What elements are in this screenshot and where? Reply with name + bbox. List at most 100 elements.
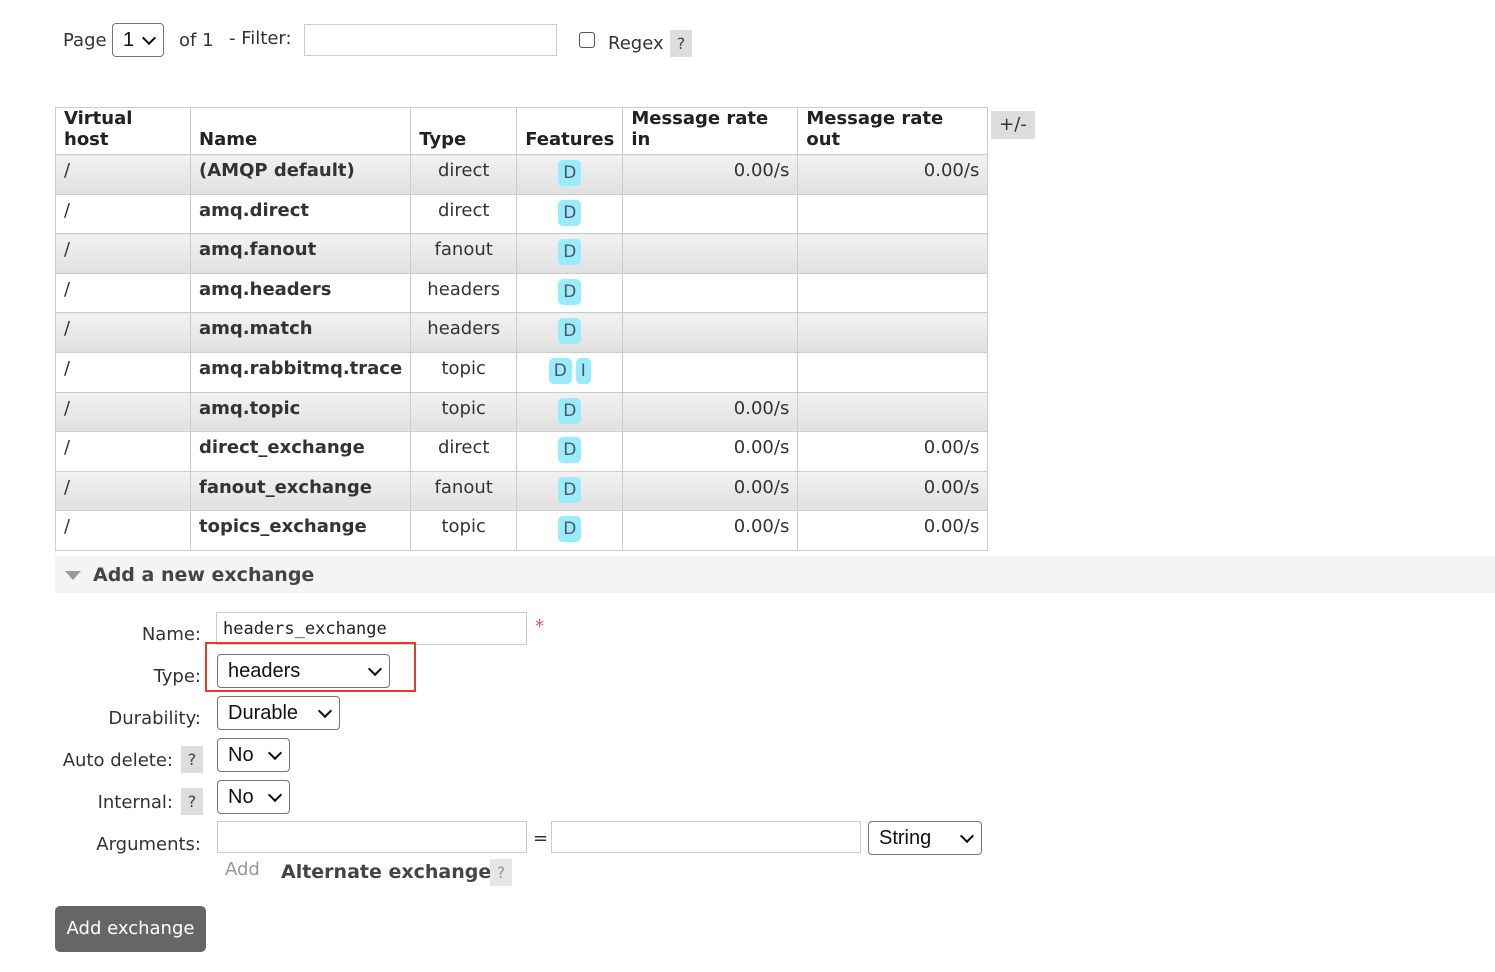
- table-row: / amq.headers headers D: [55, 273, 989, 314]
- durability-label: Durability:: [108, 708, 201, 729]
- cell-name-link[interactable]: (AMQP default): [189, 154, 412, 195]
- table-header-row: Virtual host Name Type Features Message …: [55, 107, 989, 155]
- internal-select[interactable]: No: [217, 780, 290, 814]
- column-header-type[interactable]: Type: [410, 107, 518, 155]
- auto-delete-select-value: No: [228, 743, 254, 766]
- toggle-columns-button[interactable]: +/-: [991, 111, 1035, 139]
- cell-type: headers: [410, 312, 518, 353]
- cell-rate-out: [797, 352, 989, 393]
- filter-input[interactable]: [304, 24, 557, 56]
- feature-badge: D: [558, 199, 582, 226]
- column-header-message-rate-out[interactable]: Message rate out: [797, 107, 989, 155]
- feature-badge: D: [558, 239, 582, 266]
- table-row: / direct_exchange direct D 0.00/s 0.00/s: [55, 431, 989, 472]
- required-asterisk: *: [535, 616, 544, 637]
- cell-rate-out: [797, 194, 989, 235]
- regex-label: Regex: [608, 33, 664, 54]
- cell-features: D: [516, 392, 624, 433]
- add-exchange-button[interactable]: Add exchange: [55, 906, 206, 952]
- feature-badge: D: [558, 318, 582, 345]
- cell-rate-in: 0.00/s: [622, 471, 799, 512]
- cell-features: D: [516, 312, 624, 353]
- cell-name-link[interactable]: topics_exchange: [189, 510, 412, 551]
- cell-rate-out: 0.00/s: [797, 431, 989, 472]
- table-row: / fanout_exchange fanout D 0.00/s 0.00/s: [55, 471, 989, 512]
- column-header-features: Features: [516, 107, 624, 155]
- argument-value-input[interactable]: [551, 821, 861, 853]
- internal-help-button[interactable]: ?: [181, 788, 203, 815]
- cell-name-link[interactable]: amq.match: [189, 312, 412, 353]
- column-header-virtual-host[interactable]: Virtual host: [55, 107, 191, 155]
- feature-badge: D: [548, 357, 572, 384]
- cell-name-link[interactable]: direct_exchange: [189, 431, 412, 472]
- feature-badge: D: [558, 437, 582, 464]
- internal-label: Internal:: [97, 792, 173, 813]
- cell-rate-in: [622, 352, 799, 393]
- cell-virtual-host: /: [55, 233, 191, 274]
- cell-type: headers: [410, 273, 518, 314]
- durability-select-value: Durable: [228, 701, 299, 724]
- feature-badge: I: [575, 357, 591, 384]
- cell-rate-in: 0.00/s: [622, 392, 799, 433]
- cell-type: direct: [410, 194, 518, 235]
- exchanges-table: Virtual host Name Type Features Message …: [55, 107, 989, 551]
- cell-name-link[interactable]: amq.headers: [189, 273, 412, 314]
- highlight-box: [205, 642, 416, 692]
- feature-badge: D: [558, 476, 582, 503]
- feature-badge: D: [558, 160, 582, 186]
- durability-select[interactable]: Durable: [217, 696, 340, 730]
- name-input[interactable]: headers_exchange: [216, 612, 527, 645]
- page-select[interactable]: 1: [112, 23, 164, 57]
- cell-virtual-host: /: [55, 312, 191, 353]
- cell-name-link[interactable]: amq.fanout: [189, 233, 412, 274]
- regex-help-button[interactable]: ?: [670, 30, 692, 57]
- auto-delete-select[interactable]: No: [217, 738, 290, 772]
- cell-name-link[interactable]: amq.direct: [189, 194, 412, 235]
- cell-type: topic: [410, 352, 518, 393]
- alternate-exchange-link[interactable]: Alternate exchange: [281, 861, 491, 883]
- collapse-triangle-icon[interactable]: [65, 571, 81, 580]
- cell-features: D: [516, 233, 624, 274]
- cell-rate-out: [797, 233, 989, 274]
- cell-rate-in: 0.00/s: [622, 431, 799, 472]
- feature-badge: D: [558, 397, 582, 424]
- argument-key-input[interactable]: [217, 821, 527, 853]
- auto-delete-label: Auto delete:: [62, 750, 173, 771]
- argument-type-select[interactable]: String: [868, 821, 982, 855]
- type-label: Type:: [153, 666, 201, 687]
- cell-name-link[interactable]: amq.topic: [189, 392, 412, 433]
- equals-sign: =: [533, 828, 549, 849]
- auto-delete-help-button[interactable]: ?: [181, 746, 203, 773]
- cell-virtual-host: /: [55, 273, 191, 314]
- cell-type: fanout: [410, 471, 518, 512]
- cell-rate-out: [797, 312, 989, 353]
- cell-rate-out: [797, 273, 989, 314]
- column-header-name[interactable]: Name: [189, 107, 412, 155]
- chevron-down-icon: [141, 30, 157, 46]
- argument-type-select-value: String: [879, 826, 932, 849]
- cell-features: D: [516, 154, 624, 195]
- cell-features: D: [516, 471, 624, 512]
- cell-features: D: [516, 273, 624, 314]
- cell-type: fanout: [410, 233, 518, 274]
- cell-rate-out: 0.00/s: [797, 154, 989, 195]
- regex-checkbox[interactable]: [579, 32, 595, 48]
- cell-virtual-host: /: [55, 392, 191, 433]
- column-header-message-rate-in[interactable]: Message rate in: [622, 107, 799, 155]
- cell-rate-out: 0.00/s: [797, 510, 989, 551]
- cell-name-link[interactable]: amq.rabbitmq.trace: [189, 352, 412, 393]
- page-label: Page: [63, 30, 107, 51]
- add-argument-link[interactable]: Add: [225, 859, 260, 880]
- chevron-down-icon: [959, 828, 975, 844]
- alternate-exchange-help-button[interactable]: ?: [490, 859, 512, 886]
- cell-name-link[interactable]: fanout_exchange: [189, 471, 412, 512]
- table-row: / (AMQP default) direct D 0.00/s 0.00/s: [55, 154, 989, 195]
- cell-features: D: [516, 431, 624, 472]
- section-title[interactable]: Add a new exchange: [93, 564, 314, 586]
- table-row: / amq.match headers D: [55, 312, 989, 353]
- cell-virtual-host: /: [55, 471, 191, 512]
- cell-virtual-host: /: [55, 194, 191, 235]
- name-label: Name:: [141, 624, 201, 645]
- chevron-down-icon: [267, 745, 283, 761]
- cell-type: topic: [410, 392, 518, 433]
